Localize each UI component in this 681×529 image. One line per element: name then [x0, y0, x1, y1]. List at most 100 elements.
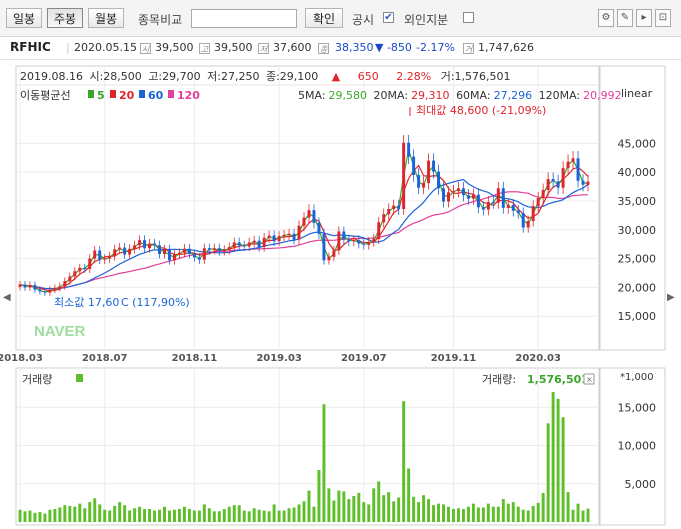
stock-chart[interactable]: 2018.03 2018.07 2018.11 2019.03 2019.07 2019.…: [0, 0, 681, 529]
volume-bar: [541, 492, 545, 522]
volume-bar: [113, 505, 117, 522]
candle: [546, 179, 550, 191]
candle: [167, 249, 171, 261]
volume-bar: [58, 507, 62, 522]
candle: [182, 248, 186, 253]
candle: [138, 240, 142, 246]
volume-bar: [163, 506, 166, 522]
volume-bar: [566, 492, 570, 522]
volume-bar: [43, 513, 47, 522]
price-axis-panel: [599, 65, 666, 351]
volume-bar: [307, 490, 311, 522]
candle: [442, 188, 445, 202]
candle: [581, 180, 585, 185]
candle: [357, 240, 361, 244]
candle: [93, 250, 97, 259]
candle: [133, 245, 137, 249]
volume-bar: [342, 491, 346, 522]
candle: [516, 210, 520, 214]
candle: [282, 234, 286, 237]
candle: [297, 225, 301, 240]
volume-tick-label: 10,000: [618, 440, 657, 453]
scroll-right-icon[interactable]: ▶: [667, 292, 675, 303]
candle: [576, 158, 580, 181]
candle: [287, 233, 291, 235]
scroll-left-icon[interactable]: ◀: [3, 292, 11, 303]
candle: [412, 156, 416, 176]
volume-bar: [277, 510, 281, 522]
volume-bar: [461, 509, 465, 522]
volume-bar: [212, 511, 216, 522]
candle: [108, 256, 112, 259]
candle: [372, 238, 376, 242]
x-tick-label: 2019.11: [431, 353, 477, 364]
volume-bar: [471, 503, 475, 522]
candle: [322, 233, 326, 261]
volume-bar: [177, 509, 181, 522]
volume-bar: [292, 507, 296, 522]
volume-bar: [252, 508, 256, 522]
volume-bar: [437, 503, 441, 522]
y-tick-label: 20,000: [618, 281, 657, 294]
candle: [33, 285, 37, 290]
volume-bar: [407, 468, 411, 522]
volume-bar: [217, 511, 221, 522]
volume-bar: [207, 508, 211, 522]
volume-bar: [571, 509, 575, 522]
candle: [78, 267, 82, 272]
candle: [197, 257, 201, 260]
candle: [382, 214, 386, 223]
volume-bar: [377, 481, 381, 522]
volume-bar: [128, 510, 132, 522]
candle: [148, 243, 152, 249]
volume-bar: [222, 509, 226, 522]
candle: [447, 192, 450, 202]
ma-legend: 이동평균선: [20, 89, 71, 102]
volume-bar: [357, 492, 361, 522]
candle: [38, 289, 42, 292]
candle: [262, 237, 266, 248]
candle: [212, 248, 216, 250]
ma120-swatch: [168, 90, 174, 98]
ma60-value: 27,296: [494, 89, 533, 102]
candle: [158, 245, 161, 254]
hover-date: 2019.08.16: [20, 70, 83, 83]
volume-swatch: [76, 374, 83, 382]
volume-bar: [521, 509, 525, 522]
candle: [48, 289, 52, 293]
candle: [387, 209, 391, 215]
candle: [202, 248, 206, 260]
volume-bar: [237, 505, 241, 522]
candle: [98, 250, 102, 260]
volume-bar: [526, 510, 530, 522]
volume-bar: [172, 509, 176, 522]
candle: [28, 285, 32, 288]
candle: [427, 160, 431, 184]
y-tick-label: 25,000: [618, 253, 657, 266]
volume-bar: [456, 508, 460, 522]
candle: [417, 175, 421, 188]
volume-bar: [581, 510, 585, 522]
candle: [252, 240, 256, 243]
volume-bar: [447, 506, 450, 522]
scale-type[interactable]: linear: [621, 87, 653, 100]
volume-bar: [417, 502, 421, 522]
volume-bar: [247, 511, 251, 522]
candle: [432, 160, 436, 172]
x-tick-label: 2018.07: [82, 353, 128, 364]
candle: [496, 188, 500, 203]
candle: [43, 291, 47, 293]
candle: [63, 281, 67, 287]
volume-bar: [78, 503, 82, 522]
x-tick-label: 2019.03: [256, 353, 302, 364]
candle: [103, 258, 107, 260]
candle: [397, 205, 401, 210]
candle: [347, 239, 351, 242]
volume-bar: [362, 502, 366, 522]
candle: [217, 248, 221, 252]
candle: [163, 249, 166, 254]
candle: [237, 242, 241, 246]
svg-text:×: ×: [586, 375, 593, 384]
candle: [342, 231, 346, 240]
volume-bar: [486, 503, 490, 522]
